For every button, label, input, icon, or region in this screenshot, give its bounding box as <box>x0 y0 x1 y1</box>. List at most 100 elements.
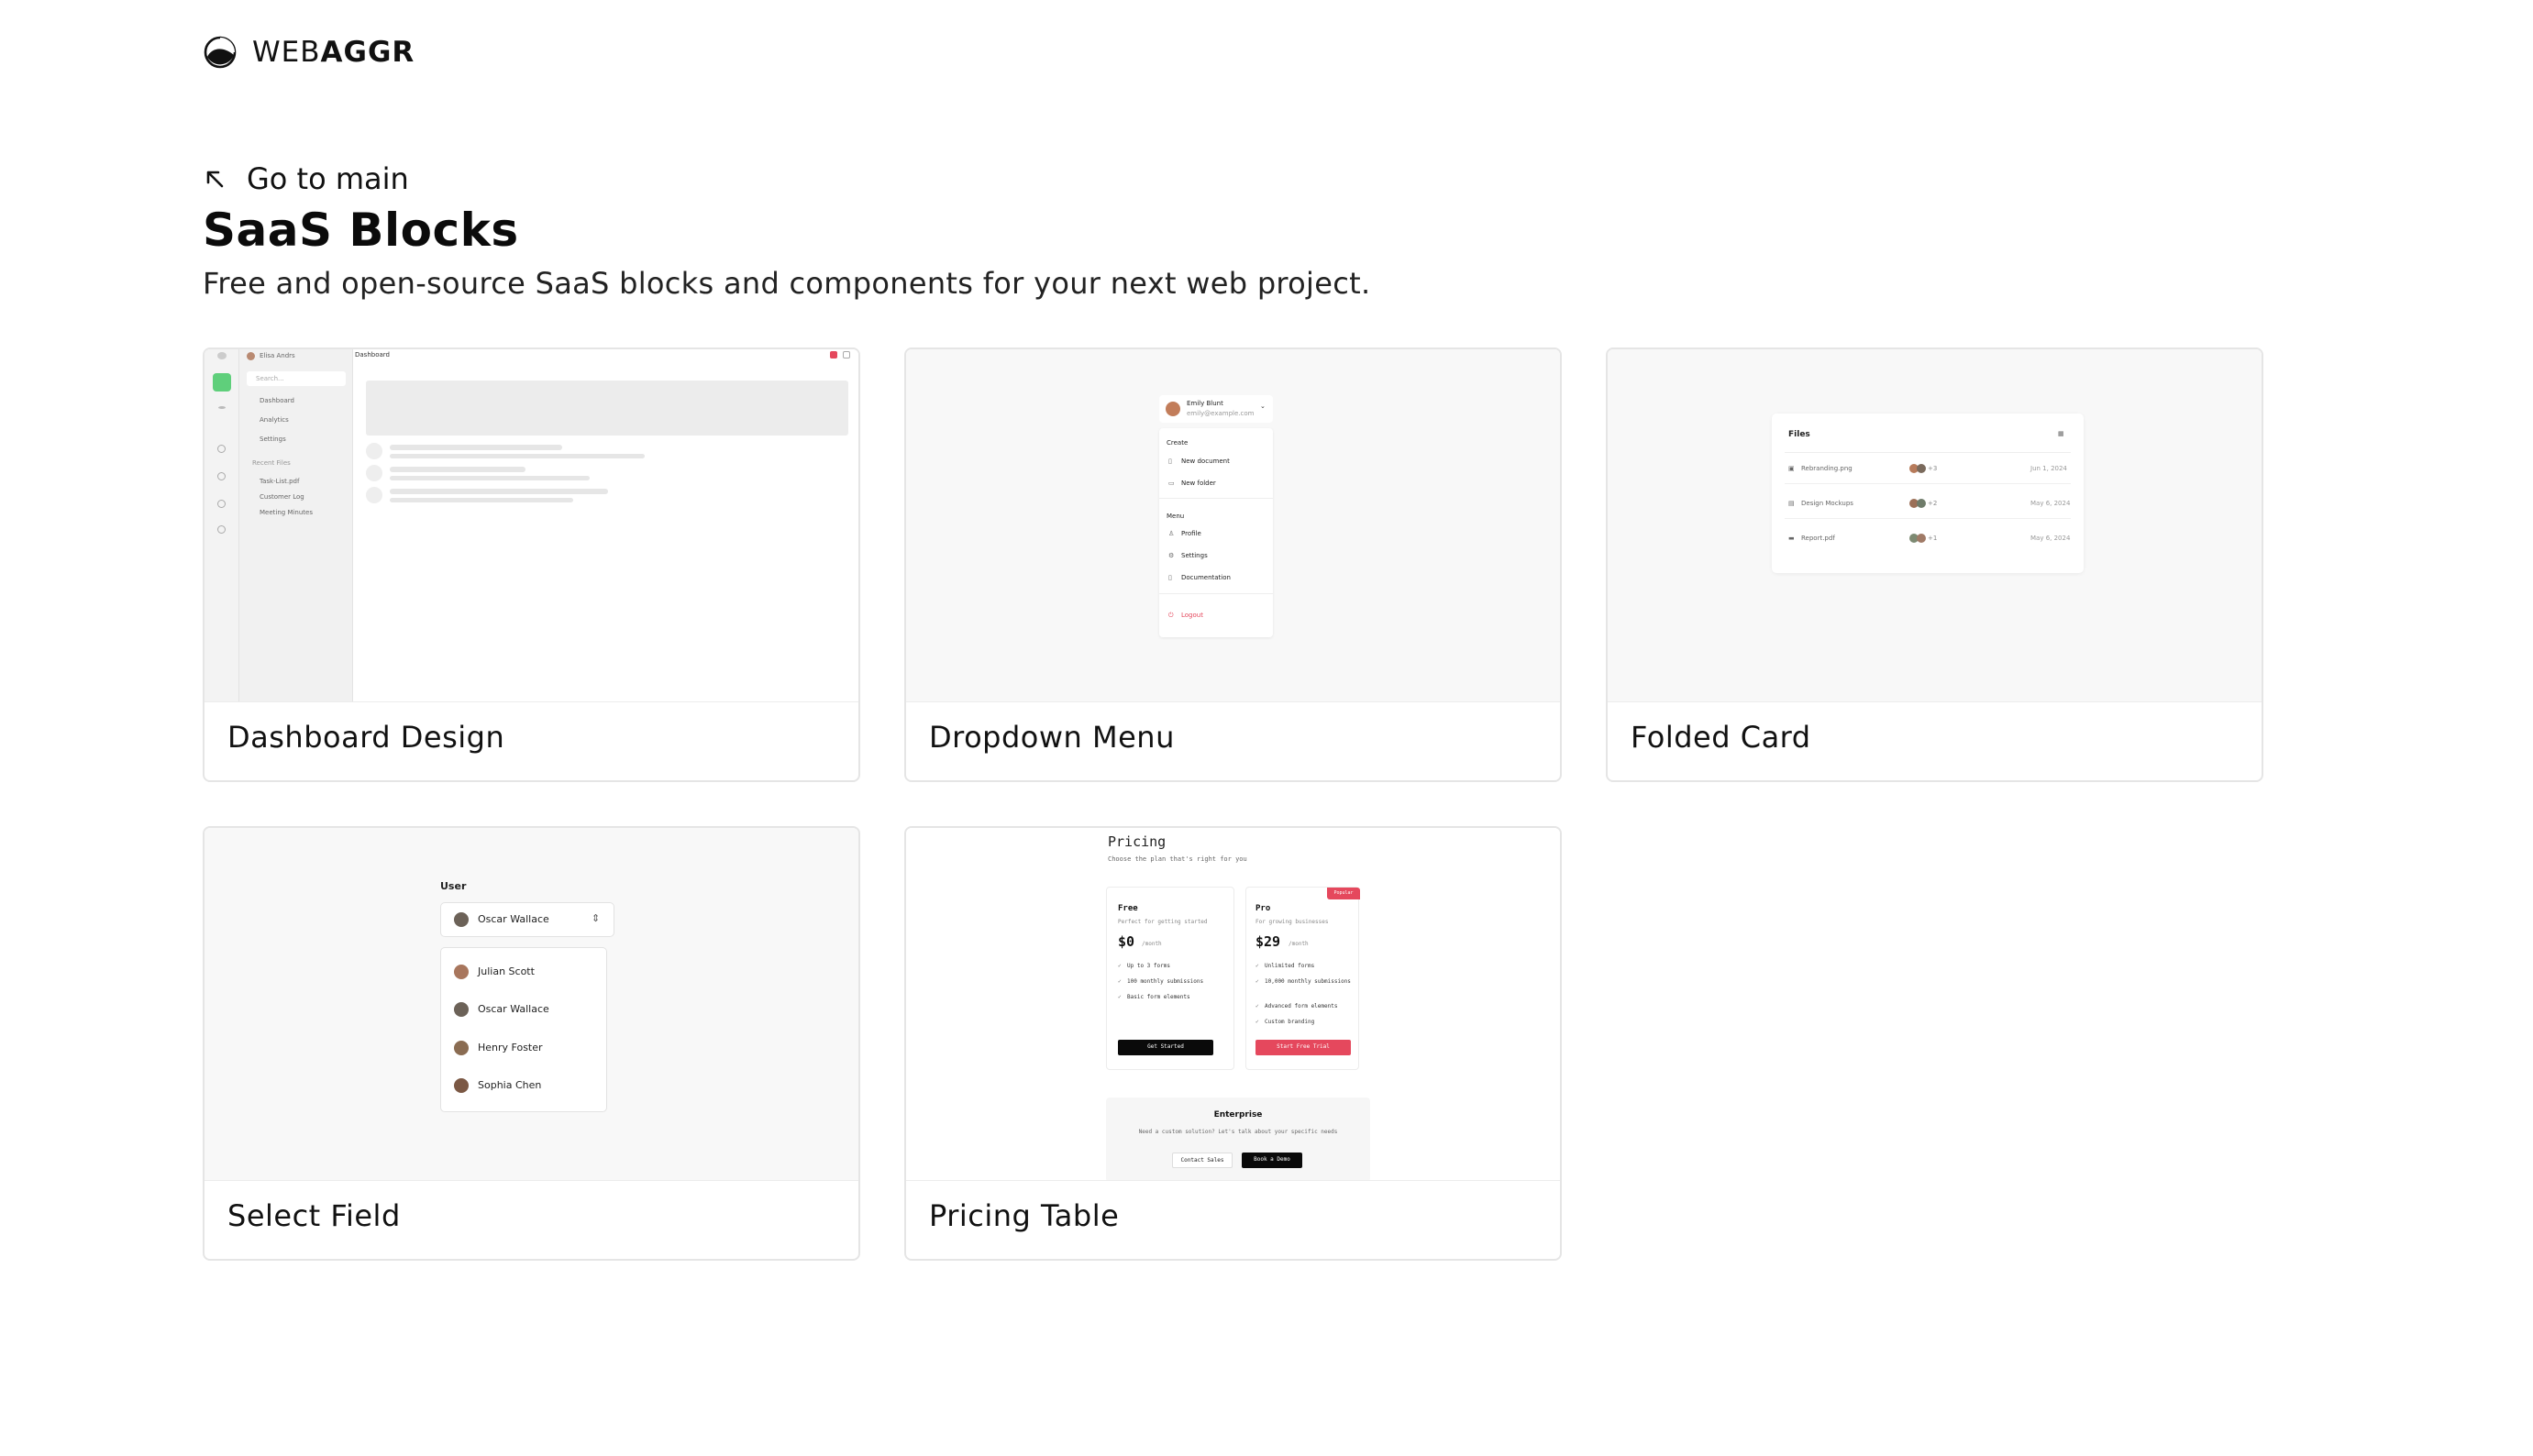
dashboard-banner <box>366 381 848 436</box>
card-dashboard-design[interactable]: Elisa Andrs Search... Dashboard Analytic… <box>203 347 860 782</box>
file-date: Jun 1, 2024 <box>2030 465 2067 472</box>
go-to-main-link[interactable]: Go to main <box>203 161 409 196</box>
file-collaborators-extra: +1 <box>1928 535 1938 542</box>
brand-name: WEBAGGR <box>252 36 415 69</box>
check-icon: ✓ <box>1255 978 1259 985</box>
dropdown-section-label: Create <box>1167 439 1189 447</box>
select-label: User <box>440 880 467 892</box>
pdf-file-icon: ▬ <box>1788 535 1795 542</box>
plan-feature: Custom branding <box>1265 1019 1315 1025</box>
card-title: Pricing Table <box>929 1198 1120 1233</box>
dashboard-preview-image: Elisa Andrs Search... Dashboard Analytic… <box>205 349 858 701</box>
bell-icon <box>830 351 837 358</box>
plan-feature: Unlimited forms <box>1265 963 1315 969</box>
plan-free: Free Perfect for getting started $0 /mon… <box>1106 887 1234 1070</box>
plan-desc: For growing businesses <box>1255 919 1329 925</box>
document-icon: ▯ <box>1168 458 1172 465</box>
folder-file-icon: ▤ <box>1788 500 1795 507</box>
check-icon: ✓ <box>1255 1003 1259 1009</box>
dashboard-file-item: Customer Log <box>260 493 304 501</box>
image-file-icon: ▣ <box>1788 465 1795 472</box>
page-subtitle: Free and open-source SaaS blocks and com… <box>203 266 1371 301</box>
plan-feature: 100 monthly submissions <box>1127 978 1204 985</box>
card-title: Dashboard Design <box>227 720 505 755</box>
plan-feature: 10,000 monthly submissions <box>1265 978 1351 985</box>
plan-feature: Advanced form elements <box>1265 1003 1338 1009</box>
dashboard-user-name: Elisa Andrs <box>260 352 295 359</box>
enterprise-desc: Need a custom solution? Let's talk about… <box>1138 1129 1338 1135</box>
dropdown-trigger: Emily Blunt emily@example.com ⌄ <box>1159 395 1273 423</box>
card-title: Folded Card <box>1631 720 1811 755</box>
check-icon: ✓ <box>1118 963 1122 969</box>
select-option: Julian Scott <box>478 965 535 977</box>
card-dropdown-menu[interactable]: Emily Blunt emily@example.com ⌄ Create ▯… <box>904 347 1562 782</box>
folded-preview-image: Files ▦ ▣ Rebranding.png +3 Jun 1, 2024 … <box>1608 349 2262 701</box>
select-option: Oscar Wallace <box>478 1003 549 1015</box>
file-collaborators-extra: +3 <box>1928 465 1938 472</box>
page-title: SaaS Blocks <box>203 204 519 257</box>
brand-logo[interactable]: WEBAGGR <box>203 35 415 70</box>
chevron-down-icon: ⌄ <box>1260 403 1266 410</box>
dropdown-item: New document <box>1181 458 1230 465</box>
logo-icon <box>204 36 237 69</box>
card-title: Dropdown Menu <box>929 720 1175 755</box>
arrow-up-left-icon <box>206 171 224 188</box>
dropdown-logout: Logout <box>1181 612 1203 619</box>
logout-icon: ⏻ <box>1168 612 1174 619</box>
card-pricing-table[interactable]: Pricing Choose the plan that's right for… <box>904 826 1562 1261</box>
card-folded-card[interactable]: Files ▦ ▣ Rebranding.png +3 Jun 1, 2024 … <box>1606 347 2263 782</box>
dashboard-header-title: Dashboard <box>355 351 390 358</box>
chevron-up-down-icon: ⇕ <box>592 912 601 924</box>
file-name: Report.pdf <box>1801 535 1835 542</box>
page: WEBAGGR Go to main SaaS Blocks Free and … <box>0 0 2533 1456</box>
user-icon: ♙ <box>1168 530 1175 537</box>
files-title: Files <box>1788 430 1810 439</box>
plan-feature: Up to 3 forms <box>1127 963 1170 969</box>
dashboard-home-icon <box>213 373 231 392</box>
dropdown-panel: Create ▯ New document ▭ New folder Menu … <box>1159 428 1273 637</box>
dashboard-nav-item: Settings <box>260 436 286 443</box>
plan-period: /month <box>1289 941 1309 947</box>
plan-enterprise: Enterprise Need a custom solution? Let's… <box>1106 1098 1370 1180</box>
folder-icon: ▭ <box>1168 480 1175 487</box>
check-icon: ✓ <box>1255 963 1259 969</box>
plan-period: /month <box>1142 941 1162 947</box>
card-select-field[interactable]: User Oscar Wallace ⇕ Julian Scott Oscar … <box>203 826 860 1261</box>
dashboard-nav-item: Dashboard <box>260 397 294 404</box>
plan-name: Free <box>1118 904 1138 913</box>
dashboard-main: Dashboard <box>353 349 858 701</box>
gear-icon: ⚙ <box>1168 552 1175 559</box>
enterprise-title: Enterprise <box>1213 1110 1263 1120</box>
plan-desc: Perfect for getting started <box>1118 919 1208 925</box>
file-date: May 6, 2024 <box>2030 535 2071 542</box>
dashboard-icon-rail <box>205 349 239 701</box>
grid-icon: ▦ <box>2058 430 2064 437</box>
dashboard-nav-item: Analytics <box>260 416 289 424</box>
file-collaborators-extra: +2 <box>1928 500 1938 507</box>
dashboard-file-item: Task-List.pdf <box>260 478 300 485</box>
select-option: Henry Foster <box>478 1042 543 1053</box>
avatar <box>454 912 469 927</box>
check-icon: ✓ <box>1118 994 1122 1000</box>
plan-name: Pro <box>1255 904 1271 913</box>
dropdown-user-email: emily@example.com <box>1187 410 1255 417</box>
pricing-title: Pricing <box>1108 833 1167 850</box>
dropdown-section-label: Menu <box>1167 513 1185 520</box>
check-icon: ✓ <box>1118 978 1122 985</box>
book-demo-button: Book a Demo <box>1242 1153 1302 1168</box>
start-free-trial-button: Start Free Trial <box>1255 1040 1351 1055</box>
plan-price: $29 <box>1255 933 1281 950</box>
pricing-preview-image: Pricing Choose the plan that's right for… <box>906 828 1560 1180</box>
file-name: Design Mockups <box>1801 500 1853 507</box>
pricing-subtitle: Choose the plan that's right for you <box>1108 855 1247 863</box>
check-icon: ✓ <box>1255 1019 1259 1025</box>
dropdown-item: Settings <box>1181 552 1208 559</box>
dropdown-item: Documentation <box>1181 574 1231 581</box>
dashboard-file-item: Meeting Minutes <box>260 509 314 516</box>
select-option: Sophia Chen <box>478 1079 542 1091</box>
plan-feature: Basic form elements <box>1127 994 1190 1000</box>
dropdown-preview-image: Emily Blunt emily@example.com ⌄ Create ▯… <box>906 349 1560 701</box>
get-started-button: Get Started <box>1118 1040 1213 1055</box>
file-name: Rebranding.png <box>1801 465 1853 472</box>
contact-sales-button: Contact Sales <box>1172 1153 1233 1168</box>
